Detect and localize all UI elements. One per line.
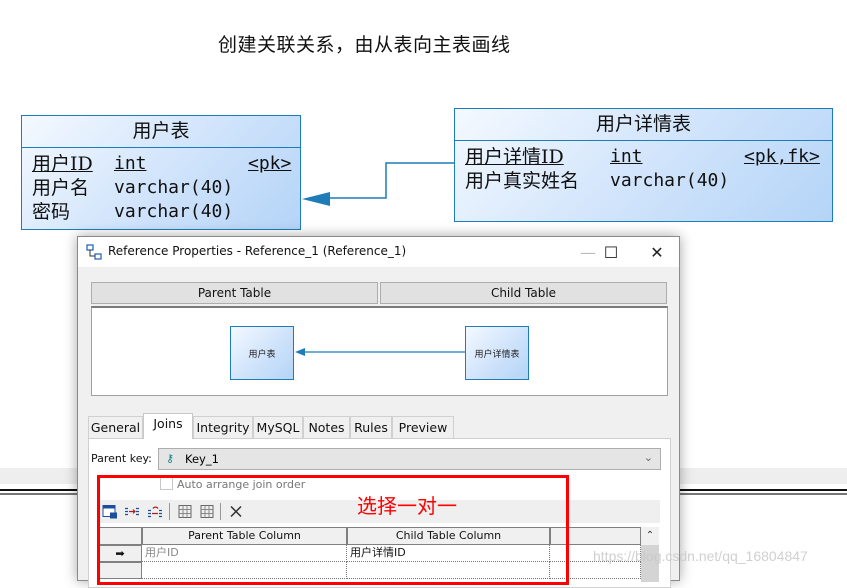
reference-preview: 用户表 用户详情表 — [91, 306, 668, 396]
parent-table-button[interactable]: Parent Table — [91, 282, 378, 304]
tab-notes[interactable]: Notes — [303, 416, 350, 438]
reference-connector — [330, 162, 454, 199]
parent-key-select[interactable]: ⚷ Key_1 ⌄ — [158, 448, 661, 470]
tab-rules[interactable]: Rules — [350, 416, 392, 438]
tab-mysql[interactable]: MySQL — [253, 416, 303, 438]
chevron-down-icon: ⌄ — [643, 451, 653, 464]
annotation-highlight-box — [97, 475, 569, 585]
preview-reference-line — [295, 348, 465, 356]
reference-arrowhead — [302, 192, 330, 206]
maximize-button[interactable]: ☐ — [588, 237, 634, 267]
child-table-button[interactable]: Child Table — [380, 282, 667, 304]
parent-key-value: Key_1 — [185, 452, 219, 466]
dialog-titlebar[interactable]: Reference Properties - Reference_1 (Refe… — [78, 237, 679, 267]
dialog-title: Reference Properties - Reference_1 (Refe… — [108, 244, 407, 258]
key-icon: ⚷ — [166, 452, 175, 465]
tab-integrity[interactable]: Integrity — [193, 416, 253, 438]
tab-general[interactable]: General — [88, 416, 143, 438]
parent-key-label: Parent key: — [91, 452, 152, 465]
annotation-text: 选择一对一 — [357, 494, 457, 518]
reference-line[interactable] — [0, 0, 847, 240]
watermark: https://blog.csdn.net/qq_16804847 — [593, 548, 808, 564]
close-button[interactable]: ✕ — [634, 237, 680, 267]
tab-joins[interactable]: Joins — [143, 413, 193, 439]
scroll-up-icon[interactable]: ⌃ — [641, 527, 659, 545]
tab-preview[interactable]: Preview — [392, 416, 454, 438]
reference-icon — [86, 244, 102, 260]
